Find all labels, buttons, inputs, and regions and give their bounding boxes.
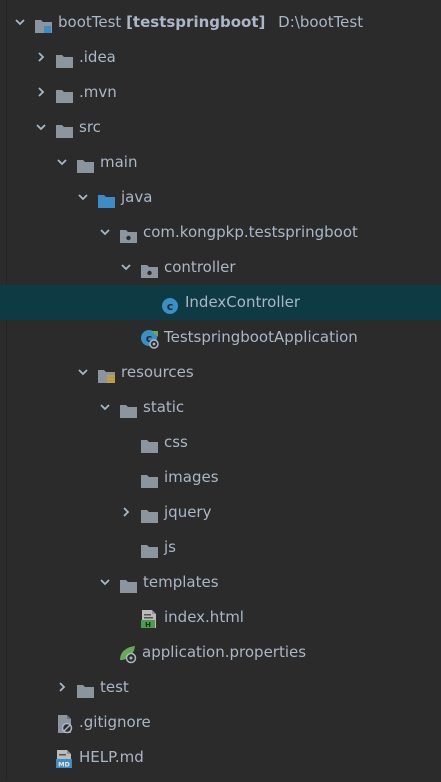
tree-item-label: src	[79, 118, 101, 136]
tree-item-label: TestspringbootApplication	[164, 328, 358, 346]
tree-row-main[interactable]: main	[0, 145, 441, 180]
chevron-right-icon[interactable]	[56, 670, 68, 705]
tree-row-package[interactable]: com.kongpkp.testspringboot	[0, 215, 441, 250]
folder-icon	[55, 48, 75, 68]
tree-row-jquery[interactable]: jquery	[0, 495, 441, 530]
tree-item-label: .mvn	[79, 83, 117, 101]
tree-item-label: css	[164, 433, 188, 451]
tree-row-templates[interactable]: templates	[0, 565, 441, 600]
project-tool-window: bootTest [testspringboot] D:\bootTest .i…	[0, 0, 441, 781]
chevron-down-icon[interactable]	[35, 110, 47, 145]
tree-row-controller[interactable]: controller	[0, 250, 441, 285]
tree-row-css[interactable]: css	[0, 425, 441, 460]
folder-icon	[140, 468, 160, 488]
resources-root-icon	[97, 363, 117, 383]
tree-row-java[interactable]: java	[0, 180, 441, 215]
tree-row-mvn[interactable]: .mvn	[0, 75, 441, 110]
tree-item-label: jquery	[164, 503, 212, 521]
tree-row-index-html[interactable]: H index.html	[0, 600, 441, 635]
chevron-down-icon[interactable]	[99, 215, 111, 250]
tree-row-index-controller[interactable]: c IndexController	[0, 285, 441, 320]
folder-icon	[55, 83, 75, 103]
markdown-icon: MD	[55, 747, 75, 769]
root-label: bootTest [testspringboot] D:\bootTest	[58, 5, 363, 40]
html-file-icon: H	[140, 607, 160, 629]
tree-item-label: controller	[164, 258, 236, 276]
tree-item-label: resources	[121, 363, 194, 381]
tree-row-test[interactable]: test	[0, 670, 441, 705]
tree-row-resources[interactable]: resources	[0, 355, 441, 390]
folder-icon	[140, 538, 160, 558]
chevron-down-icon[interactable]	[77, 180, 89, 215]
tree-row-root[interactable]: bootTest [testspringboot] D:\bootTest	[0, 5, 441, 40]
svg-text:H: H	[145, 621, 151, 629]
tree-row-application-properties[interactable]: application.properties	[0, 635, 441, 670]
tree-item-label: IndexController	[185, 293, 301, 311]
svg-text:c: c	[167, 300, 174, 313]
tree-row-help-md[interactable]: MD HELP.md	[0, 740, 441, 775]
tree-item-label: index.html	[164, 608, 244, 626]
spring-properties-icon	[118, 642, 138, 664]
folder-icon	[140, 503, 160, 523]
tree-item-label: java	[121, 188, 153, 206]
chevron-down-icon[interactable]	[14, 5, 26, 40]
tree-row-js[interactable]: js	[0, 530, 441, 565]
folder-icon	[119, 398, 139, 418]
root-name: bootTest	[58, 13, 122, 31]
folder-icon	[140, 433, 160, 453]
tree-item-label: images	[164, 468, 219, 486]
gitignore-icon	[55, 712, 75, 734]
folder-icon	[76, 678, 96, 698]
tree-item-label: static	[143, 398, 185, 416]
tree-row-application[interactable]: c TestspringbootApplication	[0, 320, 441, 355]
class-icon: c	[161, 293, 181, 314]
tree-row-src[interactable]: src	[0, 110, 441, 145]
folder-icon	[119, 573, 139, 593]
tree-row-idea[interactable]: .idea	[0, 40, 441, 75]
svg-text:MD: MD	[58, 761, 70, 769]
chevron-down-icon[interactable]	[99, 565, 111, 600]
chevron-down-icon[interactable]	[99, 390, 111, 425]
chevron-down-icon[interactable]	[77, 355, 89, 390]
folder-icon	[76, 153, 96, 173]
tree-item-label: .idea	[79, 48, 116, 66]
tree-item-label: main	[100, 153, 138, 171]
tree-item-label: templates	[143, 573, 219, 591]
tree-item-label: com.kongpkp.testspringboot	[143, 223, 358, 241]
folder-icon	[55, 118, 75, 138]
chevron-right-icon[interactable]	[35, 40, 47, 75]
tree-row-gitignore[interactable]: .gitignore	[0, 705, 441, 740]
root-module: [testspringboot]	[126, 13, 266, 31]
tree-item-label: HELP.md	[79, 748, 144, 766]
spring-boot-app-icon: c	[140, 327, 160, 349]
tree-row-static[interactable]: static	[0, 390, 441, 425]
package-icon	[140, 258, 160, 278]
tree-item-label: .gitignore	[79, 713, 151, 731]
chevron-right-icon[interactable]	[120, 495, 132, 530]
chevron-right-icon[interactable]	[35, 75, 47, 110]
tree-item-label: js	[164, 538, 176, 556]
tree-item-label: application.properties	[142, 643, 307, 661]
package-icon	[119, 223, 139, 243]
source-root-folder-icon	[97, 188, 117, 208]
chevron-down-icon[interactable]	[56, 145, 68, 180]
root-path: D:\bootTest	[278, 13, 364, 31]
module-folder-icon	[34, 13, 54, 33]
tree-item-label: test	[100, 678, 129, 696]
tree-row-images[interactable]: images	[0, 460, 441, 495]
chevron-down-icon[interactable]	[120, 250, 132, 285]
project-tree: bootTest [testspringboot] D:\bootTest .i…	[0, 5, 441, 775]
